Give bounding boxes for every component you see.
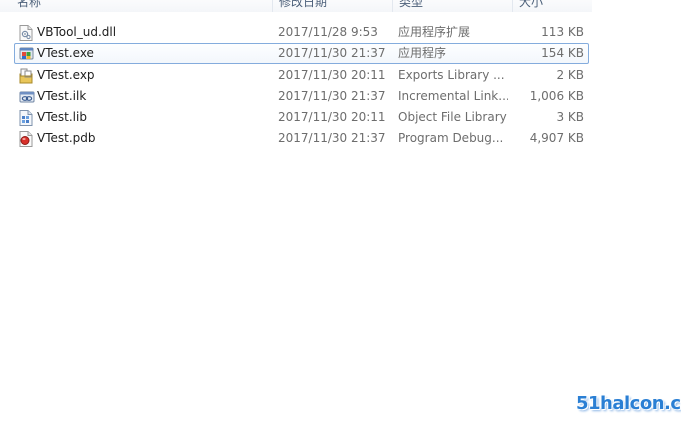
file-date: 2017/11/30 21:37: [278, 131, 386, 145]
file-row[interactable]: VTest.lib 2017/11/30 20:11 Object File L…: [0, 107, 592, 128]
file-size: 3 KB: [556, 110, 584, 124]
file-date: 2017/11/30 20:11: [278, 110, 386, 124]
file-size: 113 KB: [541, 25, 584, 39]
file-row[interactable]: VTest.exp 2017/11/30 20:11 Exports Libra…: [0, 65, 592, 86]
file-type: Object File Library: [398, 110, 507, 124]
pdb-file-icon: [19, 131, 33, 147]
file-size: 2 KB: [556, 68, 584, 82]
dll-file-icon: [19, 25, 33, 41]
exp-file-icon: [19, 68, 33, 84]
file-type: 应用程序: [398, 46, 447, 60]
file-list: VBTool_ud.dll 2017/11/28 9:53 应用程序扩展 113…: [0, 22, 592, 149]
file-row[interactable]: VBTool_ud.dll 2017/11/28 9:53 应用程序扩展 113…: [0, 22, 592, 43]
file-size: 154 KB: [541, 46, 584, 60]
exe-file-icon: [19, 46, 34, 62]
file-size: 4,907 KB: [529, 131, 584, 145]
file-size: 1,006 KB: [529, 89, 584, 103]
file-type: Incremental Link...: [398, 89, 508, 103]
file-type: 应用程序扩展: [398, 25, 471, 39]
column-header-date[interactable]: 修改日期: [272, 0, 327, 12]
file-date: 2017/11/28 9:53: [278, 25, 378, 39]
ilk-file-icon: [19, 89, 35, 105]
file-type: Program Debug...: [398, 131, 504, 145]
column-header-name[interactable]: 名称: [17, 0, 41, 12]
site-watermark: 51halcon.com: [576, 393, 681, 414]
file-row[interactable]: VTest.pdb 2017/11/30 21:37 Program Debug…: [0, 128, 592, 149]
file-row[interactable]: VTest.ilk 2017/11/30 21:37 Incremental L…: [0, 86, 592, 107]
file-name: VTest.ilk: [37, 89, 87, 103]
column-header-bar: 名称 修改日期 类型 大小: [0, 0, 592, 12]
file-name: VTest.exe: [37, 46, 94, 60]
column-header-size[interactable]: 大小: [512, 0, 543, 12]
file-row-selected[interactable]: VTest.exe 2017/11/30 21:37 应用程序 154 KB: [14, 43, 589, 64]
file-date: 2017/11/30 21:37: [278, 46, 386, 60]
lib-file-icon: [19, 110, 33, 126]
file-type: Exports Library ...: [398, 68, 505, 82]
file-name: VBTool_ud.dll: [37, 25, 117, 39]
column-header-type[interactable]: 类型: [392, 0, 423, 12]
file-date: 2017/11/30 21:37: [278, 89, 386, 103]
file-name: VTest.pdb: [37, 131, 96, 145]
file-name: VTest.lib: [37, 110, 87, 124]
file-name: VTest.exp: [37, 68, 95, 82]
file-date: 2017/11/30 20:11: [278, 68, 386, 82]
